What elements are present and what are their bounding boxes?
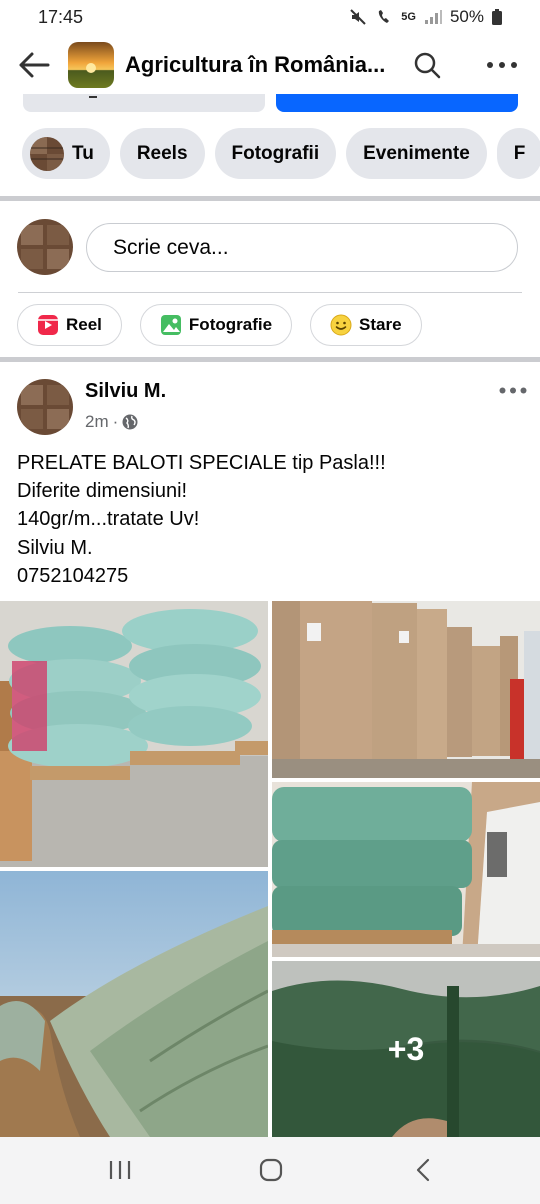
reel-icon [38,315,58,335]
status-label: Stare [359,315,402,334]
status-time: 17:45 [38,6,84,27]
post-header: Silviu M. 2m · [0,376,540,436]
photo-boxes-warehouse[interactable] [272,601,540,778]
arrow-left-icon [19,52,50,78]
divider [0,196,540,201]
joined-button[interactable] [23,94,265,112]
back-button[interactable] [0,36,68,94]
more-dots-icon [499,387,527,393]
post-line: Diferite dimensiuni! [17,480,188,503]
group-avatar[interactable] [68,42,114,88]
status-bar: 17:45 5G 50% [0,0,540,34]
reel-button[interactable]: Reel [17,304,122,346]
tab-reels[interactable]: Reels [119,128,205,179]
more-dots-icon [487,62,517,68]
smiley-icon [330,314,352,336]
signal-icon [424,10,442,24]
tab-label: Fotografii [231,142,320,164]
photo-label: Fotografie [188,315,273,334]
mute-icon [350,9,366,25]
home-button[interactable] [251,1155,291,1185]
photo-tarp-closeup[interactable]: +3 [272,961,540,1137]
tab-tu[interactable]: Tu [22,128,110,179]
post-time[interactable]: 2m [85,412,109,432]
post-meta: 2m · [85,412,138,432]
avatar[interactable] [17,219,73,275]
author-avatar[interactable] [17,379,73,435]
group-tabs: Tu Reels Fotografii Evenimente F [0,128,540,180]
tab-partial[interactable]: F [496,128,540,179]
globe-icon [122,414,138,430]
photo-button[interactable]: Fotografie [139,304,293,346]
post-author[interactable]: Silviu M. [85,380,166,403]
invite-button[interactable] [276,94,518,112]
system-nav-bar [0,1137,540,1204]
post-line: PRELATE BALOTI SPECIALE tip Pasla!!! [17,452,386,474]
post-more-button[interactable] [496,380,530,400]
tab-evenimente[interactable]: Evenimente [346,128,487,179]
wifi-call-icon [379,10,390,23]
photo-bales-on-pallets[interactable] [0,601,268,867]
photo-grid: +3 [0,601,540,1137]
separator-dot: · [112,412,119,431]
tab-fotografii[interactable]: Fotografii [214,128,337,179]
network-type: 5G [401,11,416,23]
post-line: 0752104275 [17,564,129,587]
scrolled-action-buttons [0,94,540,112]
more-photos-count: +3 [387,1030,425,1067]
tab-label: Reels [136,142,188,164]
tab-label: F [513,142,526,164]
photo-green-tarps[interactable] [272,782,540,957]
post-line: Silviu M. [17,536,93,559]
status-button[interactable]: Stare [310,304,422,346]
more-options-button[interactable] [482,48,522,82]
reel-label: Reel [66,315,102,334]
battery-level: 50% [449,7,484,26]
composer-actions: Reel Fotografie Stare [17,304,422,346]
photo-covered-haystack[interactable] [0,871,268,1137]
tab-label: Evenimente [363,142,470,164]
composer-input[interactable]: Scrie ceva... [86,223,518,272]
chevron-down-icon [89,94,97,98]
avatar [30,136,64,171]
battery-icon [492,9,502,25]
app-bar: Agricultura în România... [0,36,540,94]
status-icons: 5G 50% [349,7,502,27]
search-icon [414,52,441,79]
divider [18,292,522,293]
back-nav-button[interactable] [403,1155,443,1185]
tab-label: Tu [72,142,94,164]
photo-icon [160,315,181,335]
post-composer: Scrie ceva... [0,206,540,292]
recent-apps-button[interactable] [100,1155,140,1185]
home-icon [259,1158,283,1182]
post-line: 140gr/m...tratate Uv! [17,508,200,531]
recent-apps-icon [109,1161,131,1179]
chevron-left-icon [416,1158,430,1182]
group-title[interactable]: Agricultura în România... [125,52,395,78]
post-text: PRELATE BALOTI SPECIALE tip Pasla!!! Dif… [17,449,527,590]
more-photos-overlay[interactable]: +3 [272,961,540,1137]
search-button[interactable] [410,48,444,82]
divider [0,357,540,362]
